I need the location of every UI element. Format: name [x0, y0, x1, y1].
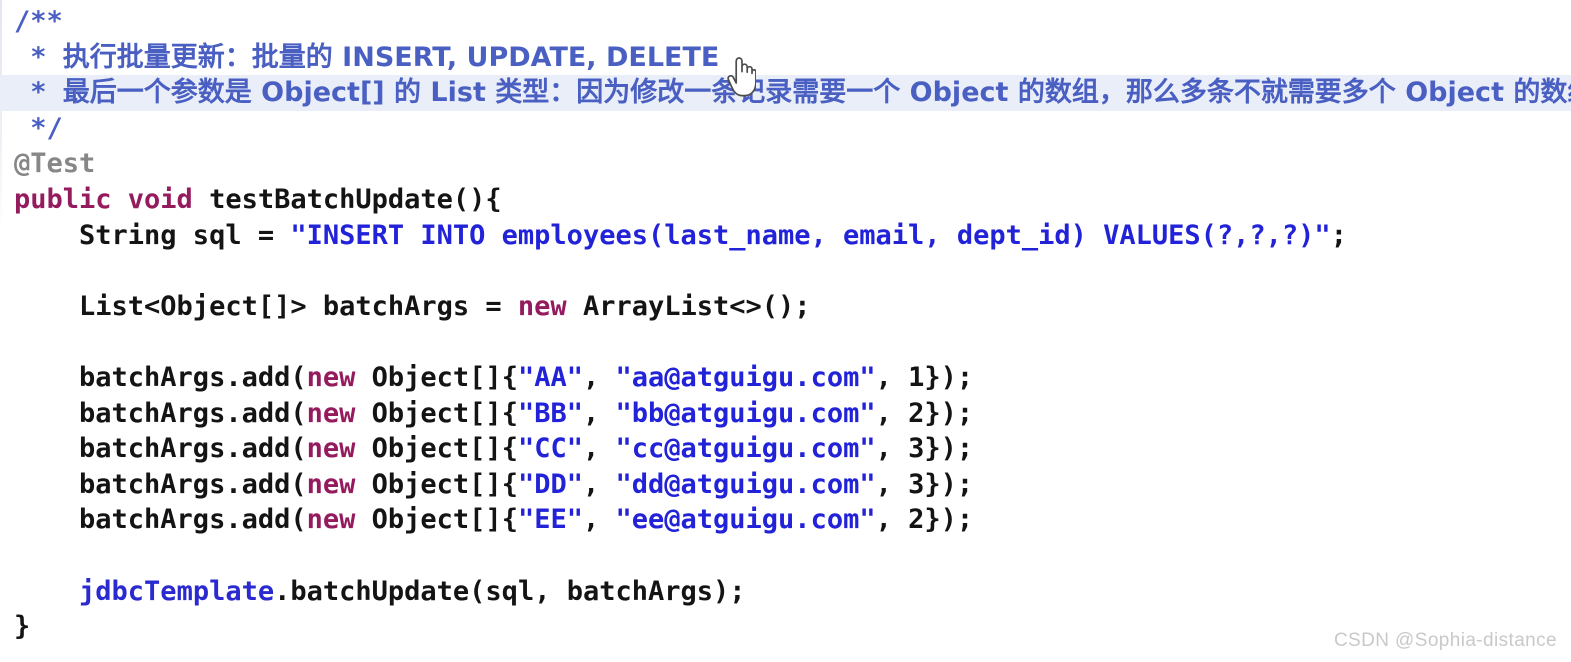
tail-token: , 2}); — [875, 397, 974, 429]
comment-text-token: 执行批量更新：批量的 INSERT, UPDATE, DELETE — [62, 41, 720, 73]
call-token: batchArgs.add( — [14, 468, 307, 500]
comment-token: /** — [14, 6, 63, 37]
string-token: "aa@atguigu.com" — [615, 361, 876, 393]
keyword-token: new — [306, 433, 356, 465]
code-line[interactable]: batchArgs.add(new Object[]{"CC", "cc@atg… — [0, 431, 1571, 467]
code-line[interactable]: batchArgs.add(new Object[]{"EE", "ee@atg… — [0, 502, 1571, 538]
code-line-blank[interactable] — [0, 324, 1571, 360]
array-init-token: Object[]{ — [355, 433, 518, 465]
keyword-token: new — [306, 468, 356, 500]
code-line[interactable]: /** — [0, 4, 1571, 40]
string-token: "ee@atguigu.com" — [615, 504, 876, 536]
method-signature-token: testBatchUpdate(){ — [209, 183, 502, 215]
declaration-token: String sql = — [14, 219, 291, 251]
separator-token: , — [582, 433, 616, 465]
array-init-token: Object[]{ — [355, 397, 518, 429]
semicolon-token: ; — [1330, 219, 1347, 251]
keyword-token: public void — [14, 183, 210, 215]
string-token: "CC" — [517, 433, 583, 465]
code-line[interactable]: List<Object[]> batchArgs = new ArrayList… — [0, 289, 1571, 325]
method-call-token: .batchUpdate(sql, batchArgs); — [274, 575, 746, 607]
comment-text-token: 最后一个参数是 Object[] 的 List 类型：因为修改一条记录需要一个 … — [62, 77, 1571, 109]
string-token: "AA" — [517, 361, 583, 393]
keyword-token: new — [306, 397, 356, 429]
sql-string-token: "INSERT INTO employees(last_name, email,… — [290, 219, 1331, 251]
call-token: batchArgs.add( — [14, 361, 307, 393]
code-line[interactable]: batchArgs.add(new Object[]{"DD", "dd@atg… — [0, 467, 1571, 503]
code-line[interactable]: String sql = "INSERT INTO employees(last… — [0, 218, 1571, 254]
annotation-token: @Test — [14, 148, 96, 180]
keyword-token: new — [306, 361, 356, 393]
code-line[interactable]: @Test — [0, 146, 1571, 182]
field-token: jdbcTemplate — [79, 575, 275, 607]
constructor-token: ArrayList<>(); — [566, 290, 811, 322]
closing-brace-token: } — [14, 611, 31, 643]
separator-token: , — [582, 468, 616, 500]
tail-token: , 3}); — [875, 433, 974, 465]
call-token: batchArgs.add( — [14, 504, 307, 536]
array-init-token: Object[]{ — [355, 504, 518, 536]
string-token: "BB" — [517, 397, 583, 429]
code-line-blank[interactable] — [0, 538, 1571, 574]
string-token: "EE" — [517, 504, 583, 536]
separator-token: , — [582, 361, 616, 393]
keyword-token: new — [306, 504, 356, 536]
code-line[interactable]: batchArgs.add(new Object[]{"BB", "bb@atg… — [0, 396, 1571, 432]
csdn-watermark: CSDN @Sophia-distance — [1333, 630, 1557, 651]
comment-star-token: * — [14, 41, 63, 73]
code-line[interactable]: * 执行批量更新：批量的 INSERT, UPDATE, DELETE — [0, 40, 1571, 76]
code-line[interactable]: jdbcTemplate.batchUpdate(sql, batchArgs)… — [0, 574, 1571, 610]
separator-token: , — [582, 397, 616, 429]
call-token: batchArgs.add( — [14, 397, 307, 429]
comment-token: */ — [14, 112, 63, 144]
code-editor-canvas[interactable]: /** * 执行批量更新：批量的 INSERT, UPDATE, DELETE … — [0, 0, 1571, 662]
code-line[interactable]: batchArgs.add(new Object[]{"AA", "aa@atg… — [0, 360, 1571, 396]
code-line-highlighted[interactable]: * 最后一个参数是 Object[] 的 List 类型：因为修改一条记录需要一… — [0, 75, 1571, 111]
tail-token: , 3}); — [875, 468, 974, 500]
array-init-token: Object[]{ — [355, 468, 518, 500]
call-token: batchArgs.add( — [14, 433, 307, 465]
code-line-blank[interactable] — [0, 253, 1571, 289]
string-token: "dd@atguigu.com" — [615, 468, 876, 500]
tail-token: , 1}); — [875, 361, 974, 393]
string-token: "cc@atguigu.com" — [615, 433, 876, 465]
indent-token — [14, 576, 79, 607]
tail-token: , 2}); — [875, 504, 974, 536]
keyword-token: new — [517, 290, 567, 322]
code-line[interactable]: public void testBatchUpdate(){ — [0, 182, 1571, 218]
string-token: "DD" — [517, 468, 583, 500]
separator-token: , — [582, 504, 616, 536]
code-line[interactable]: */ — [0, 111, 1571, 147]
array-init-token: Object[]{ — [355, 361, 518, 393]
declaration-token: List<Object[]> batchArgs = — [14, 290, 518, 322]
comment-star-token: * — [14, 77, 63, 109]
string-token: "bb@atguigu.com" — [615, 397, 876, 429]
